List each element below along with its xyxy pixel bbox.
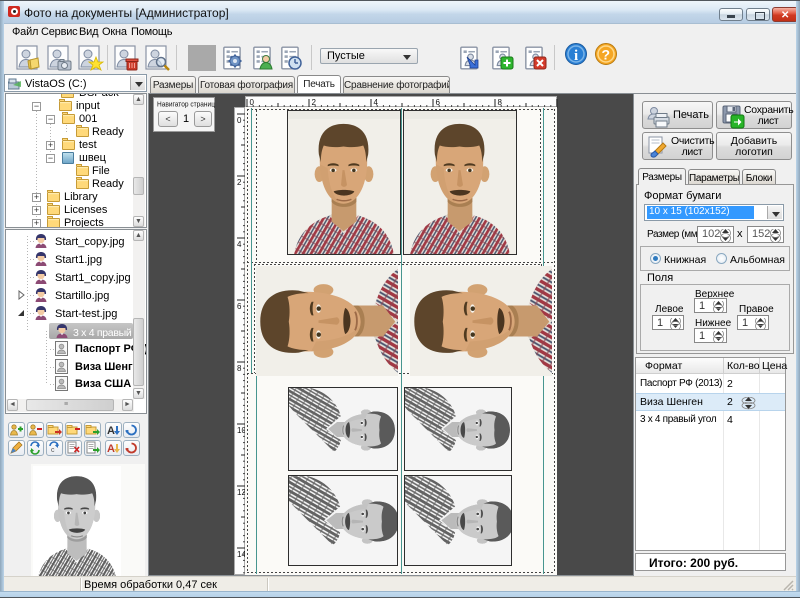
- svg-text:6: 6: [237, 302, 242, 311]
- svg-text:4: 4: [237, 240, 242, 249]
- svg-text:6: 6: [436, 98, 441, 107]
- svg-text:0: 0: [250, 98, 255, 107]
- svg-text:i: i: [574, 48, 578, 64]
- svg-text:2: 2: [312, 98, 317, 107]
- svg-text:8: 8: [498, 98, 503, 107]
- svg-text:c: c: [51, 447, 55, 454]
- svg-text:?: ?: [602, 47, 611, 63]
- svg-text:A: A: [107, 443, 115, 455]
- svg-text:A: A: [107, 425, 115, 437]
- svg-text:0: 0: [237, 116, 242, 125]
- svg-text:8: 8: [237, 364, 242, 373]
- svg-text:4: 4: [374, 98, 379, 107]
- svg-text:2: 2: [237, 178, 242, 187]
